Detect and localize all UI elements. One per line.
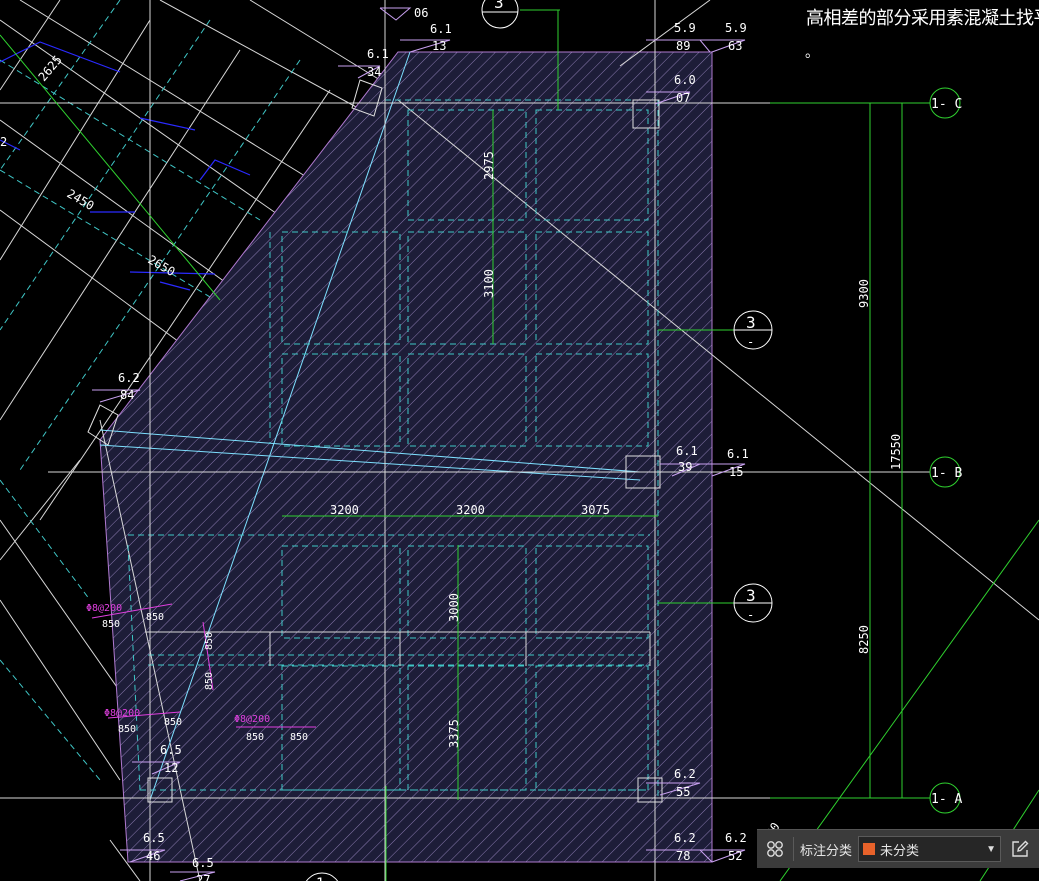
dim-2975: 2975 (482, 151, 496, 180)
section-low-num: 3 (746, 586, 756, 605)
elev-e3-bottom: 34 (367, 65, 381, 79)
elev-e7-top: 6.2 (118, 371, 140, 385)
elev-e6-top: 6.0 (674, 73, 696, 87)
axis-bubbles: 1- C 1- B 1- A (929, 87, 962, 814)
rebar-r4-a: 850 (204, 632, 215, 650)
slab-hatch (100, 52, 712, 862)
elev-e1-bottom: 06 (414, 6, 428, 20)
dim-3000: 3000 (447, 593, 461, 622)
elev-e10-bottom: 12 (164, 761, 178, 775)
section-mid-sub: - (747, 335, 754, 349)
elev-e5-bottom: 63 (728, 39, 742, 53)
rebar-r1-a: 850 (102, 619, 120, 630)
elev-e12-top: 6.5 (143, 831, 165, 845)
rebar-r3-b: 850 (290, 732, 308, 743)
elev-e3-top: 6.1 (367, 47, 389, 61)
dim-2: 2 (0, 135, 7, 149)
elev-e2-bottom: 13 (432, 39, 446, 53)
dim-3200b: 3200 (456, 503, 485, 517)
blue-ribs (0, 41, 251, 291)
elev-e15-bottom: 27 (196, 873, 210, 881)
dim-8250: 8250 (857, 625, 871, 654)
axis-label-c: 1- C (931, 97, 962, 112)
elev-e8-top: 6.1 (676, 444, 698, 458)
dim-3075: 3075 (581, 503, 610, 517)
elev-e11-top: 6.2 (674, 767, 696, 781)
section-top-num: 3 (494, 0, 504, 12)
elev-e9-top: 6.1 (727, 447, 749, 461)
elev-e8-bottom: 39 (678, 460, 692, 474)
note-text: 高相差的部分采用素混凝土找平 (806, 8, 1039, 29)
elev-e6-bottom: 07 (676, 91, 690, 105)
section-low-sub: - (747, 608, 754, 622)
rebar-r2-a: 850 (118, 724, 136, 735)
dim-9300: 9300 (857, 279, 871, 308)
annotation-category-panel: 标注分类 未分类 ▼ (757, 829, 1039, 868)
dim-3375: 3375 (447, 719, 461, 748)
rebar-r1-spec: Φ8@200 (86, 603, 122, 614)
dim-3100: 3100 (482, 269, 496, 298)
chevron-down-icon[interactable]: ▼ (986, 844, 996, 855)
edit-icon[interactable] (1001, 830, 1039, 868)
dim-3200a: 3200 (330, 503, 359, 517)
elev-e12-bottom: 46 (146, 849, 160, 863)
category-select[interactable]: 未分类 ▼ (858, 836, 1001, 862)
rebar-r2-spec: Φ8@200 (104, 708, 140, 719)
rebar-r4-b: 850 (204, 672, 215, 690)
category-color-swatch (863, 843, 876, 855)
grid-icon[interactable] (757, 830, 793, 868)
dim-17550: 17550 (889, 434, 903, 470)
elev-e4-bottom: 89 (676, 39, 690, 53)
note-dot: 。 (805, 45, 819, 61)
cad-drawing-canvas[interactable]: 06 6.1 13 6.1 34 5.9 89 5.9 63 6.0 07 6.… (0, 0, 1039, 881)
category-selected-value: 未分类 (880, 842, 920, 858)
section-mid-num: 3 (746, 313, 756, 332)
axis-label-b: 1- B (931, 466, 962, 481)
elev-e2-top: 6.1 (430, 22, 452, 36)
annotation-category-label: 标注分类 (800, 842, 853, 858)
rebar-r3-spec: Φ8@200 (234, 714, 270, 725)
elev-e14-top: 6.2 (725, 831, 747, 845)
elev-e13-bottom: 78 (676, 849, 690, 863)
elev-e13-top: 6.2 (674, 831, 696, 845)
rebar-r2-b: 850 (164, 717, 182, 728)
dim-2625: 2625 (36, 53, 65, 84)
elev-e10-top: 6.5 (160, 743, 182, 757)
elev-e4-top: 5.9 (674, 21, 696, 35)
rebar-r3-a: 850 (246, 732, 264, 743)
elev-e15-top: 6.5 (192, 856, 214, 870)
elev-e14-bottom: 52 (728, 849, 742, 863)
dim-2450: 2450 (65, 186, 97, 213)
elev-e9-bottom: 15 (729, 465, 743, 479)
elev-e7-bottom: 84 (120, 388, 134, 402)
elev-e11-bottom: 55 (676, 785, 690, 799)
axis-label-a: 1- A (931, 792, 962, 807)
rebar-r1-b: 850 (146, 612, 164, 623)
section-bottom-num: 1 (316, 876, 324, 881)
elev-e5-top: 5.9 (725, 21, 747, 35)
